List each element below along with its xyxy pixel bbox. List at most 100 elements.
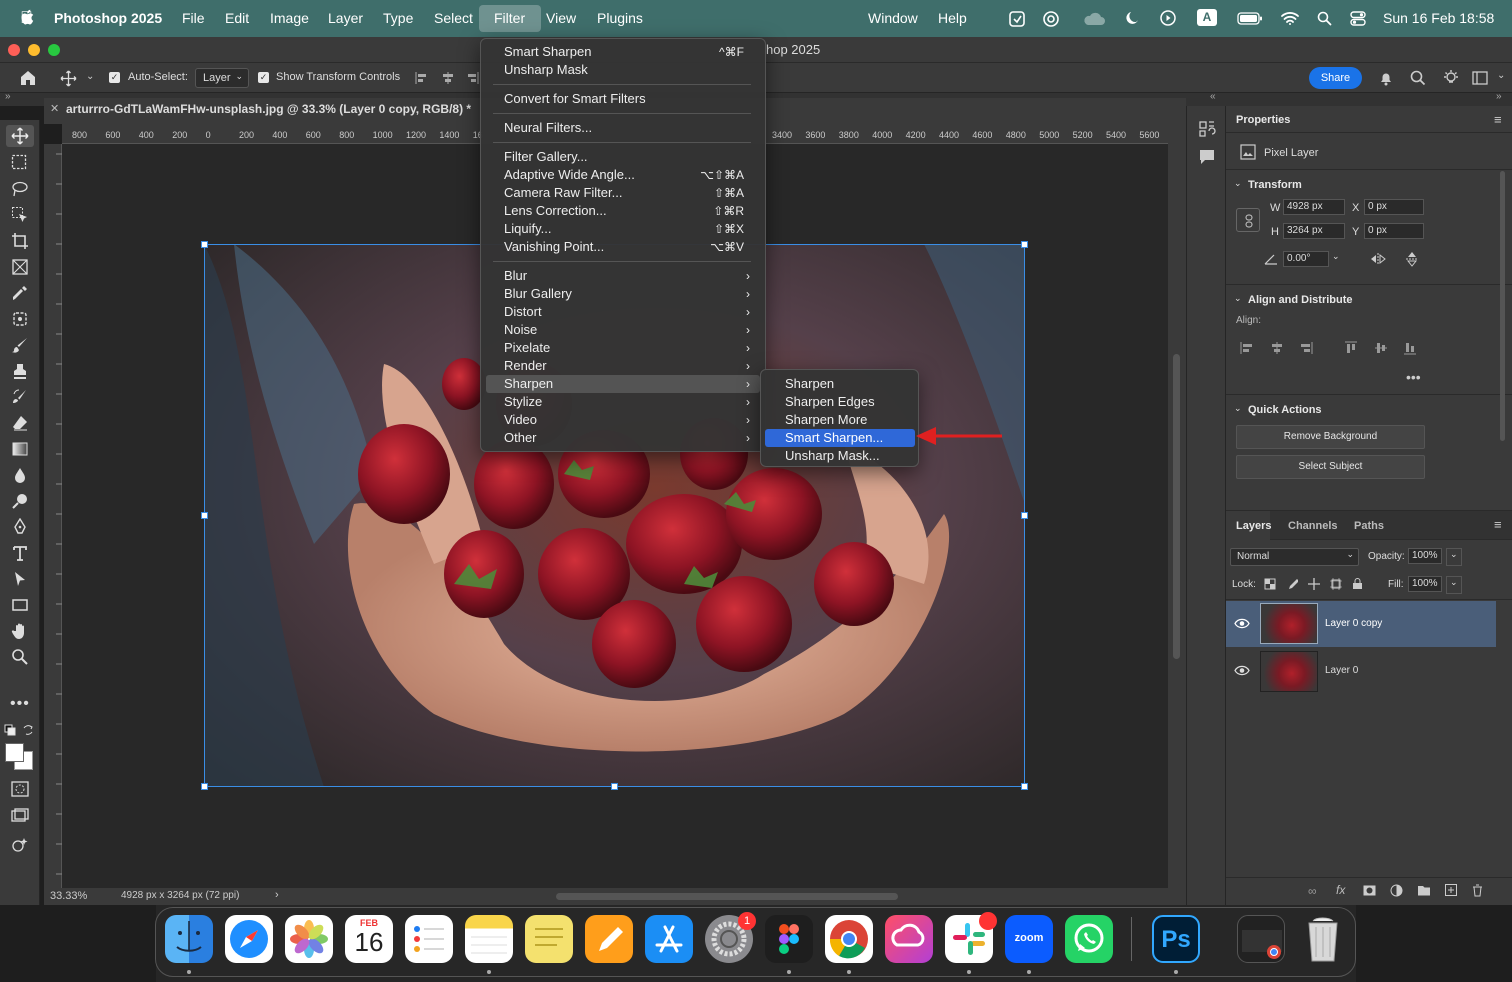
home-icon[interactable] <box>19 69 37 86</box>
transform-section-title[interactable]: Transform <box>1248 179 1302 191</box>
menu-item-blur-gallery[interactable]: Blur Gallery › <box>486 285 760 303</box>
history-brush-tool-icon[interactable] <box>11 388 29 406</box>
notes-icon[interactable] <box>465 915 513 963</box>
blend-mode-dropdown[interactable]: Normal ⌄ <box>1230 548 1359 566</box>
height-field[interactable]: 3264 px <box>1283 223 1345 239</box>
creative-cloud-status-icon[interactable] <box>1042 10 1062 28</box>
delete-layer-trash-icon[interactable] <box>1472 884 1483 897</box>
whatsapp-icon[interactable] <box>1065 915 1113 963</box>
workspace-layout-icon[interactable] <box>1472 71 1488 85</box>
moon-icon[interactable] <box>1125 10 1141 26</box>
lasso-tool-icon[interactable] <box>11 180 29 198</box>
align-middle-vertical-icon[interactable] <box>1374 341 1388 355</box>
collapse-panels-chevron-icon[interactable]: « <box>1210 91 1216 102</box>
transform-handle-top-left[interactable] <box>201 241 208 248</box>
align-top-icon[interactable] <box>1344 341 1358 355</box>
spot-healing-tool-icon[interactable] <box>11 310 29 328</box>
angle-field[interactable]: 0.00° <box>1283 251 1329 267</box>
brush-tool-icon[interactable] <box>11 336 29 354</box>
move-tool-icon[interactable] <box>11 127 29 145</box>
notifications-bell-icon[interactable] <box>1378 70 1394 86</box>
zoom-app-icon[interactable]: zoom <box>1005 915 1053 963</box>
comments-panel-icon[interactable] <box>1198 148 1216 166</box>
select-subject-button[interactable]: Select Subject <box>1236 455 1425 479</box>
layer-name[interactable]: Layer 0 copy <box>1325 618 1382 629</box>
transform-handle-middle-right[interactable] <box>1021 512 1028 519</box>
crop-tool-icon[interactable] <box>11 232 29 250</box>
show-transform-controls-checkbox[interactable]: ✓ <box>258 72 269 83</box>
minimize-window-button[interactable] <box>28 44 40 56</box>
hand-tool-icon[interactable] <box>11 622 29 640</box>
photoshop-icon[interactable]: Ps <box>1152 915 1200 963</box>
trash-icon[interactable] <box>1299 915 1347 963</box>
submenu-item-sharpen[interactable]: Sharpen <box>765 375 915 393</box>
menu-item-pixelate[interactable]: Pixelate › <box>486 339 760 357</box>
finder-icon[interactable] <box>165 915 213 963</box>
close-document-icon[interactable]: ✕ <box>50 102 59 115</box>
transform-handle-bottom-left[interactable] <box>201 783 208 790</box>
menu-type[interactable]: Type <box>383 10 413 26</box>
adjustment-layer-icon[interactable] <box>1390 884 1403 897</box>
transform-handle-bottom-right[interactable] <box>1021 783 1028 790</box>
quick-actions-title[interactable]: Quick Actions <box>1248 404 1322 416</box>
more-tools-icon[interactable]: ••• <box>10 695 30 713</box>
chevron-down-icon[interactable]: ⌄ <box>1446 576 1462 594</box>
photos-icon[interactable] <box>285 915 333 963</box>
menu-help[interactable]: Help <box>938 10 967 26</box>
flip-vertical-icon[interactable] <box>1405 251 1419 267</box>
dodge-tool-icon[interactable] <box>11 492 29 510</box>
close-window-button[interactable] <box>8 44 20 56</box>
canvas-vertical-scrollbar[interactable] <box>1168 124 1186 888</box>
lock-all-icon[interactable] <box>1352 577 1363 590</box>
menu-item-distort[interactable]: Distort › <box>486 303 760 321</box>
chevron-down-icon[interactable]: ⌄ <box>1446 548 1462 566</box>
default-colors-icon[interactable] <box>4 724 16 736</box>
menu-filter[interactable]: Filter <box>494 10 525 26</box>
apple-logo-icon[interactable] <box>20 9 34 26</box>
submenu-item-sharpen-more[interactable]: Sharpen More <box>765 411 915 429</box>
gradient-tool-icon[interactable] <box>11 440 29 458</box>
screen-mode-icon[interactable] <box>11 808 29 824</box>
y-position-field[interactable]: 0 px <box>1364 223 1424 239</box>
menu-file[interactable]: File <box>182 10 205 26</box>
expand-tools-chevron-icon[interactable]: » <box>5 91 11 102</box>
align-left-icon[interactable] <box>1240 341 1254 355</box>
wifi-icon[interactable] <box>1281 11 1299 25</box>
horizontal-scrollbar-thumb[interactable] <box>556 893 898 900</box>
fill-field[interactable]: 100% <box>1408 576 1442 592</box>
menu-item-stylize[interactable]: Stylize › <box>486 393 760 411</box>
remove-background-button[interactable]: Remove Background <box>1236 425 1425 449</box>
quick-mask-icon[interactable] <box>11 781 29 797</box>
figma-icon[interactable] <box>765 915 813 963</box>
layer-row[interactable]: Layer 0 <box>1226 648 1496 694</box>
zoom-tool-icon[interactable] <box>11 648 29 666</box>
chevron-down-icon[interactable]: ⌄ <box>86 71 94 82</box>
menu-view[interactable]: View <box>546 10 576 26</box>
tab-layers[interactable]: Layers <box>1236 520 1271 532</box>
visibility-eye-icon[interactable] <box>1234 665 1250 676</box>
input-source-indicator[interactable]: A <box>1197 9 1217 26</box>
menu-plugins[interactable]: Plugins <box>597 10 643 26</box>
visibility-eye-icon[interactable] <box>1234 618 1250 629</box>
tab-paths[interactable]: Paths <box>1354 520 1384 532</box>
zoom-level[interactable]: 33.33% <box>50 890 87 902</box>
app-name-menu[interactable]: Photoshop 2025 <box>54 10 162 26</box>
link-layers-icon[interactable]: ∞ <box>1308 884 1317 898</box>
panel-menu-icon[interactable]: ≡ <box>1494 517 1502 532</box>
menu-item-neural-filters[interactable]: Neural Filters... <box>486 119 760 137</box>
pen-tool-icon[interactable] <box>11 518 29 536</box>
marquee-tool-icon[interactable] <box>11 154 27 170</box>
menu-window[interactable]: Window <box>868 10 918 26</box>
submenu-item-sharpen-edges[interactable]: Sharpen Edges <box>765 393 915 411</box>
menubar-clock[interactable]: Sun 16 Feb 18:58 <box>1383 10 1494 26</box>
lock-position-icon[interactable] <box>1308 578 1320 590</box>
spotlight-search-icon[interactable] <box>1317 11 1332 26</box>
align-center-horizontal-icon[interactable] <box>1270 341 1284 355</box>
clone-stamp-tool-icon[interactable] <box>11 362 29 380</box>
layer-row-selected[interactable]: Layer 0 copy <box>1226 601 1496 647</box>
transform-handle-top-right[interactable] <box>1021 241 1028 248</box>
generative-fill-icon[interactable] <box>11 836 29 854</box>
menu-item-sharpen-highlighted[interactable]: Sharpen › <box>486 375 760 393</box>
menu-item-noise[interactable]: Noise › <box>486 321 760 339</box>
width-field[interactable]: 4928 px <box>1283 199 1345 215</box>
